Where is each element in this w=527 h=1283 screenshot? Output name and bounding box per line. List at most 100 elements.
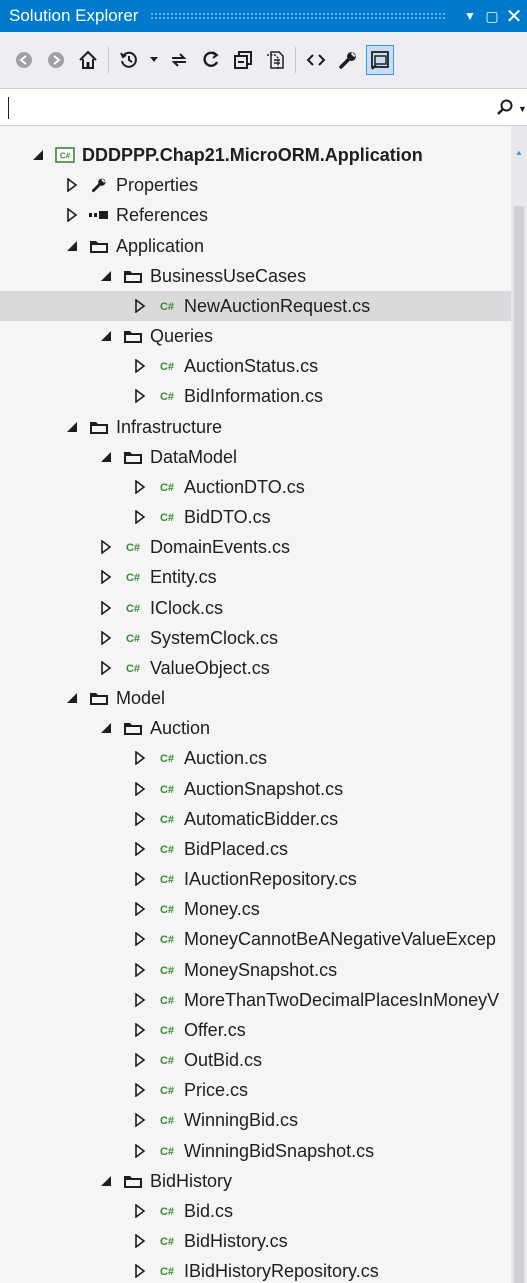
expand-triangle-icon[interactable]: [64, 177, 80, 193]
csharp-file-icon: C#: [156, 779, 178, 799]
expand-triangle-icon[interactable]: [132, 1233, 148, 1249]
tree-folder-node[interactable]: Infrastructure: [0, 412, 511, 442]
tree-file-node[interactable]: C# AuctionSnapshot.cs: [0, 774, 511, 804]
expand-triangle-icon[interactable]: [132, 509, 148, 525]
tree-file-node[interactable]: C# AutomaticBidder.cs: [0, 804, 511, 834]
tree-file-node[interactable]: C# SystemClock.cs: [0, 623, 511, 653]
tree-file-node[interactable]: C# AuctionDTO.cs: [0, 472, 511, 502]
tree-file-node[interactable]: C# IBidHistoryRepository.cs: [0, 1256, 511, 1283]
tree-file-node[interactable]: C# IAuctionRepository.cs: [0, 864, 511, 894]
tree-file-node[interactable]: C# OutBid.cs: [0, 1045, 511, 1075]
expand-triangle-icon[interactable]: [132, 1082, 148, 1098]
properties-button[interactable]: [334, 45, 362, 75]
tree-file-node[interactable]: C# Offer.cs: [0, 1015, 511, 1045]
collapse-triangle-icon[interactable]: [30, 147, 46, 163]
expand-triangle-icon[interactable]: [132, 901, 148, 917]
tree-file-node[interactable]: C# NewAuctionRequest.cs: [0, 291, 511, 321]
tree-file-node[interactable]: C# MoneyCannotBeANegativeValueExcep: [0, 924, 511, 954]
tree-file-node[interactable]: C# DomainEvents.cs: [0, 532, 511, 562]
tree-project-node[interactable]: C# DDDPPP.Chap21.MicroORM.Application: [0, 140, 511, 170]
collapse-triangle-icon[interactable]: [64, 690, 80, 706]
scroll-up-icon[interactable]: ▲: [515, 148, 523, 157]
expand-triangle-icon[interactable]: [98, 600, 114, 616]
tree-file-node[interactable]: C# IClock.cs: [0, 593, 511, 623]
expand-triangle-icon[interactable]: [132, 479, 148, 495]
tree-folder-node[interactable]: Model: [0, 683, 511, 713]
window-position-dropdown-icon[interactable]: ▼: [459, 9, 481, 23]
collapse-triangle-icon[interactable]: [98, 720, 114, 736]
expand-triangle-icon[interactable]: [132, 811, 148, 827]
collapse-triangle-icon[interactable]: [64, 419, 80, 435]
tree-file-node[interactable]: C# BidDTO.cs: [0, 502, 511, 532]
expand-triangle-icon[interactable]: [98, 539, 114, 555]
tree-file-node[interactable]: Properties: [0, 170, 511, 200]
tree-file-node[interactable]: C# Price.cs: [0, 1075, 511, 1105]
vertical-scrollbar[interactable]: ▲: [511, 126, 527, 1283]
forward-button[interactable]: [42, 45, 70, 75]
search-icon[interactable]: [496, 98, 514, 121]
tree-folder-node[interactable]: BidHistory: [0, 1166, 511, 1196]
expand-triangle-icon[interactable]: [132, 1022, 148, 1038]
tree-file-node[interactable]: C# Entity.cs: [0, 562, 511, 592]
expand-triangle-icon[interactable]: [132, 388, 148, 404]
expand-triangle-icon[interactable]: [132, 1263, 148, 1279]
scrollbar-thumb[interactable]: [514, 206, 524, 1283]
svg-text:C#: C#: [160, 1025, 174, 1037]
expand-triangle-icon[interactable]: [132, 992, 148, 1008]
tree-file-node[interactable]: C# Auction.cs: [0, 743, 511, 773]
back-button[interactable]: [10, 45, 38, 75]
search-input[interactable]: [6, 94, 476, 120]
pending-changes-filter-button[interactable]: [115, 45, 143, 75]
tree-folder-node[interactable]: Application: [0, 231, 511, 261]
sync-with-active-document-button[interactable]: [165, 45, 193, 75]
expand-triangle-icon[interactable]: [132, 931, 148, 947]
collapse-all-button[interactable]: [229, 45, 257, 75]
tree-file-node[interactable]: C# Money.cs: [0, 894, 511, 924]
collapse-triangle-icon[interactable]: [98, 328, 114, 344]
tree-folder-node[interactable]: Auction: [0, 713, 511, 743]
tree-file-node[interactable]: C# WinningBid.cs: [0, 1105, 511, 1135]
tree-file-node[interactable]: C# MoreThanTwoDecimalPlacesInMoneyV: [0, 985, 511, 1015]
collapse-triangle-icon[interactable]: [64, 238, 80, 254]
tree-file-node[interactable]: C# BidPlaced.cs: [0, 834, 511, 864]
expand-triangle-icon[interactable]: [132, 750, 148, 766]
expand-triangle-icon[interactable]: [132, 1143, 148, 1159]
expand-triangle-icon[interactable]: [132, 841, 148, 857]
collapse-triangle-icon[interactable]: [98, 449, 114, 465]
expand-triangle-icon[interactable]: [98, 630, 114, 646]
search-options-dropdown-icon[interactable]: ▼: [518, 104, 527, 114]
home-button[interactable]: [74, 45, 102, 75]
expand-triangle-icon[interactable]: [132, 781, 148, 797]
tree-folder-node[interactable]: BusinessUseCases: [0, 261, 511, 291]
expand-triangle-icon[interactable]: [64, 207, 80, 223]
expand-triangle-icon[interactable]: [132, 1052, 148, 1068]
expand-triangle-icon[interactable]: [132, 1112, 148, 1128]
expand-triangle-icon[interactable]: [132, 358, 148, 374]
tree-file-node[interactable]: C# MoneySnapshot.cs: [0, 955, 511, 985]
collapse-triangle-icon[interactable]: [98, 268, 114, 284]
tree-file-node[interactable]: C# WinningBidSnapshot.cs: [0, 1136, 511, 1166]
tree-file-node[interactable]: C# Bid.cs: [0, 1196, 511, 1226]
tree-file-node[interactable]: C# BidHistory.cs: [0, 1226, 511, 1256]
expand-triangle-icon[interactable]: [98, 569, 114, 585]
expand-triangle-icon[interactable]: [132, 298, 148, 314]
tree-folder-node[interactable]: DataModel: [0, 442, 511, 472]
collapse-triangle-icon[interactable]: [98, 1173, 114, 1189]
preview-selected-items-button[interactable]: [366, 45, 394, 75]
tree-folder-node[interactable]: Queries: [0, 321, 511, 351]
expand-triangle-icon[interactable]: [132, 871, 148, 887]
tree-file-node[interactable]: C# BidInformation.cs: [0, 381, 511, 411]
tree-file-node[interactable]: C# ValueObject.cs: [0, 653, 511, 683]
show-all-files-button[interactable]: [261, 45, 289, 75]
view-code-button[interactable]: [302, 45, 330, 75]
expand-triangle-icon[interactable]: [132, 1203, 148, 1219]
pending-changes-dropdown[interactable]: [147, 45, 161, 75]
maximize-icon[interactable]: ▢: [481, 8, 503, 25]
drag-grip[interactable]: [150, 12, 445, 20]
tree-file-node[interactable]: References: [0, 200, 511, 230]
refresh-button[interactable]: [197, 45, 225, 75]
close-icon[interactable]: ✕: [503, 4, 525, 29]
expand-triangle-icon[interactable]: [98, 660, 114, 676]
expand-triangle-icon[interactable]: [132, 962, 148, 978]
tree-file-node[interactable]: C# AuctionStatus.cs: [0, 351, 511, 381]
